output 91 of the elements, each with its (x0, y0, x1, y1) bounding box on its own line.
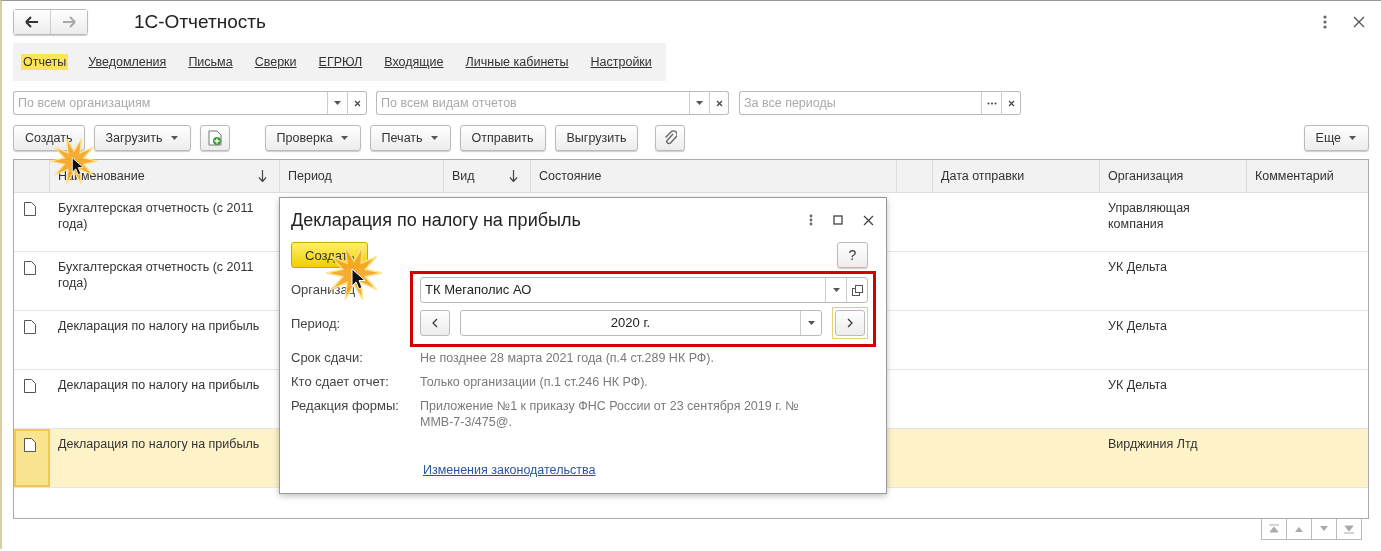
period-field[interactable]: 2020 г. (460, 310, 822, 336)
next-button[interactable] (835, 310, 865, 336)
more-button[interactable]: Еще (1303, 125, 1369, 151)
file-plus-icon (207, 130, 222, 146)
dropdown-icon (333, 100, 342, 106)
dropdown-button[interactable] (689, 91, 709, 115)
filter-field[interactable]: По всем организациям (13, 91, 327, 115)
caret-icon (1348, 135, 1357, 141)
scroll-up-icon[interactable] (1287, 519, 1312, 540)
chevron-left-icon (432, 318, 438, 328)
nav-tab[interactable]: ЕГРЮЛ (316, 54, 365, 70)
organization-field[interactable]: ТК Мегаполис АО (420, 277, 868, 303)
law-changes-link[interactable]: Изменения законодательства (423, 463, 596, 477)
help-button[interactable]: ? (837, 242, 868, 268)
toolbar-button[interactable]: Проверка (264, 125, 361, 151)
ellipsis-icon (986, 101, 997, 105)
paperclip-icon (663, 130, 678, 146)
previous-button[interactable] (420, 310, 450, 336)
open-icon (851, 284, 863, 296)
table-cell-text: Декларация по налогу на прибыль (57, 377, 261, 394)
dropdown-icon (695, 100, 704, 106)
document-icon (24, 379, 36, 393)
window-title: 1С-Отчетность (134, 11, 266, 33)
clear-icon (353, 99, 361, 107)
field-label: Кто сдает отчет: (291, 373, 390, 390)
table-cell-text: УК Дельта (1107, 259, 1169, 276)
choose-button[interactable] (981, 91, 1001, 115)
caret-icon (339, 135, 349, 141)
clear-button[interactable] (347, 91, 367, 115)
scroll-down-icon[interactable] (1312, 519, 1337, 540)
toolbar-button[interactable]: Выгрузить (554, 125, 639, 151)
nav-tab[interactable]: Настройки (588, 54, 654, 70)
field-label: Период: (291, 315, 342, 333)
field-value: Не позднее 28 марта 2021 года (п.4 ст.289 НК РФ). (420, 350, 715, 366)
table-cell-text: Управляющая компания (1107, 200, 1191, 233)
clear-button[interactable] (709, 91, 729, 115)
more-icon[interactable] (1323, 15, 1327, 29)
nav-tab[interactable]: Отчеты (21, 54, 69, 70)
clear-icon (1007, 99, 1015, 107)
nav-tab[interactable]: Сверки (252, 54, 299, 70)
field-label: Редакция формы: (291, 397, 400, 415)
field-value: Приложение №1 к приказу ФНС России от 23 сентября 2019 г. № ММВ-7-3/475@. (420, 398, 800, 430)
toolbar-button[interactable]: Печать (369, 125, 451, 151)
more-icon[interactable] (809, 214, 813, 226)
clear-button[interactable] (1001, 91, 1021, 115)
maximize-icon[interactable] (833, 215, 843, 225)
table-cell-text: Декларация по налогу на прибыль (57, 436, 261, 453)
column-header[interactable]: Состояние (539, 169, 602, 183)
column-header[interactable]: Организация (1108, 169, 1184, 183)
field-value: Только организации (п.1 ст.246 НК РФ). (420, 374, 649, 390)
attach-button[interactable] (655, 125, 686, 151)
table-cell-text: Бухгалтерская отчетность (с 2011 года) (57, 259, 255, 292)
close-icon[interactable] (1353, 16, 1365, 28)
table-cell-text: Бухгалтерская отчетность (с 2011 года) (57, 200, 255, 233)
caret-icon (429, 135, 439, 141)
column-header[interactable]: Комментарий (1255, 169, 1334, 183)
chevron-right-icon (847, 318, 853, 328)
column-header[interactable]: Дата отправки (941, 169, 1025, 183)
document-icon (24, 202, 36, 216)
scroll-bottom-icon[interactable] (1337, 519, 1362, 540)
document-icon (24, 320, 36, 334)
scroll-top-icon[interactable] (1261, 519, 1287, 540)
dropdown-icon (806, 320, 816, 326)
back-button[interactable] (14, 10, 50, 34)
dropdown-icon (831, 287, 841, 293)
document-icon (24, 438, 36, 452)
caret-icon (169, 135, 179, 141)
close-icon[interactable] (863, 214, 874, 226)
forward-arrow-icon (62, 16, 76, 28)
document-icon (24, 261, 36, 275)
table-cell-text: Декларация по налогу на прибыль (57, 318, 261, 335)
toolbar-button[interactable]: Загрузить (93, 125, 191, 151)
toolbar-button[interactable]: Создать (13, 125, 85, 151)
table-cell-text: Вирджиния Лтд (1107, 436, 1199, 453)
toolbar-button[interactable]: Отправить (459, 125, 546, 151)
table-cell-text: УК Дельта (1107, 377, 1169, 394)
nav-tab[interactable]: Письма (186, 54, 235, 70)
nav-tab[interactable]: Личные кабинеты (463, 54, 571, 70)
nav-tab[interactable]: Входящие (382, 54, 446, 70)
field-label: Срок сдачи: (291, 349, 364, 366)
table-cell-text: УК Дельта (1107, 318, 1169, 335)
dialog-title: Декларация по налогу на прибыль (291, 209, 581, 231)
column-header[interactable]: Вид (452, 169, 475, 183)
column-header[interactable]: Период (288, 169, 332, 183)
dropdown-button[interactable] (327, 91, 347, 115)
filter-field[interactable]: За все периоды (739, 91, 981, 115)
clear-icon (715, 99, 723, 107)
add-file-button[interactable] (199, 125, 230, 151)
back-arrow-icon (25, 16, 39, 28)
nav-tab[interactable]: Уведомления (86, 54, 169, 70)
filter-field[interactable]: По всем видам отчетов (376, 91, 689, 115)
